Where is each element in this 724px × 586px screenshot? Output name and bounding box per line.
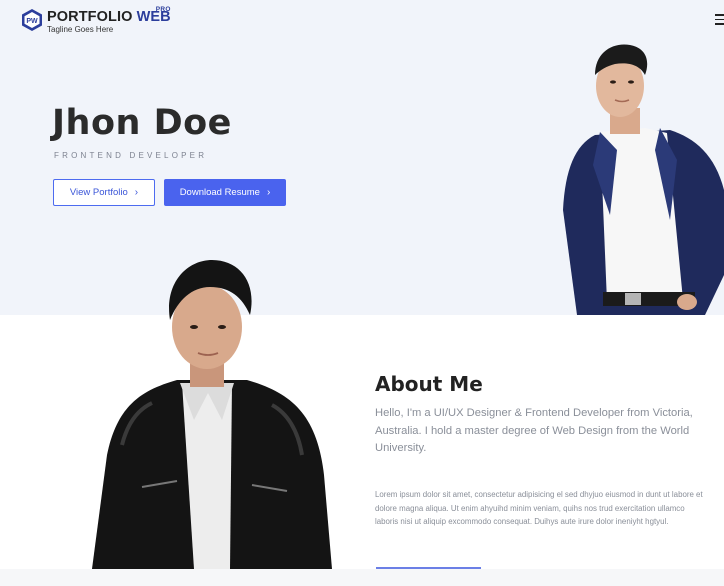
- logo-mark-letters: PW: [26, 18, 38, 25]
- site-logo[interactable]: PW PRO PORTFOLIO WEB Tagline Goes Here: [20, 6, 171, 34]
- logo-pro-badge: PRO: [155, 6, 171, 13]
- chevron-right-icon: ›: [134, 186, 139, 198]
- about-intro: Hello, I'm a UI/UX Designer & Frontend D…: [375, 407, 693, 454]
- logo-tagline: Tagline Goes Here: [47, 25, 114, 34]
- hamburger-menu-icon[interactable]: [715, 14, 724, 25]
- about-body: Lorem ipsum dolor sit amet, consectetur …: [375, 490, 703, 526]
- hero-name: Jhon Doe: [52, 103, 232, 143]
- hero-role: FRONTEND DEVELOPER: [54, 151, 208, 160]
- man-in-blue-suit-photo: [563, 44, 724, 315]
- view-portfolio-button[interactable]: View Portfolio ›: [53, 179, 155, 206]
- logo-name-part1: PORTFOLIO: [47, 9, 133, 25]
- man-in-leather-jacket-photo: [92, 260, 332, 569]
- about-title: About Me: [375, 372, 483, 396]
- chevron-right-icon: ›: [266, 186, 271, 198]
- hexagon-logo-icon: PW: [22, 9, 42, 31]
- view-portfolio-label: View Portfolio: [69, 187, 128, 198]
- download-resume-button[interactable]: Download Resume ›: [164, 179, 286, 206]
- logo-name: PORTFOLIO WEB: [47, 9, 171, 26]
- download-resume-label: Download Resume: [179, 187, 260, 198]
- logo-text: PRO PORTFOLIO WEB Tagline Goes Here: [47, 6, 171, 34]
- about-button-edge[interactable]: [376, 567, 481, 569]
- footer-strip: [0, 569, 724, 586]
